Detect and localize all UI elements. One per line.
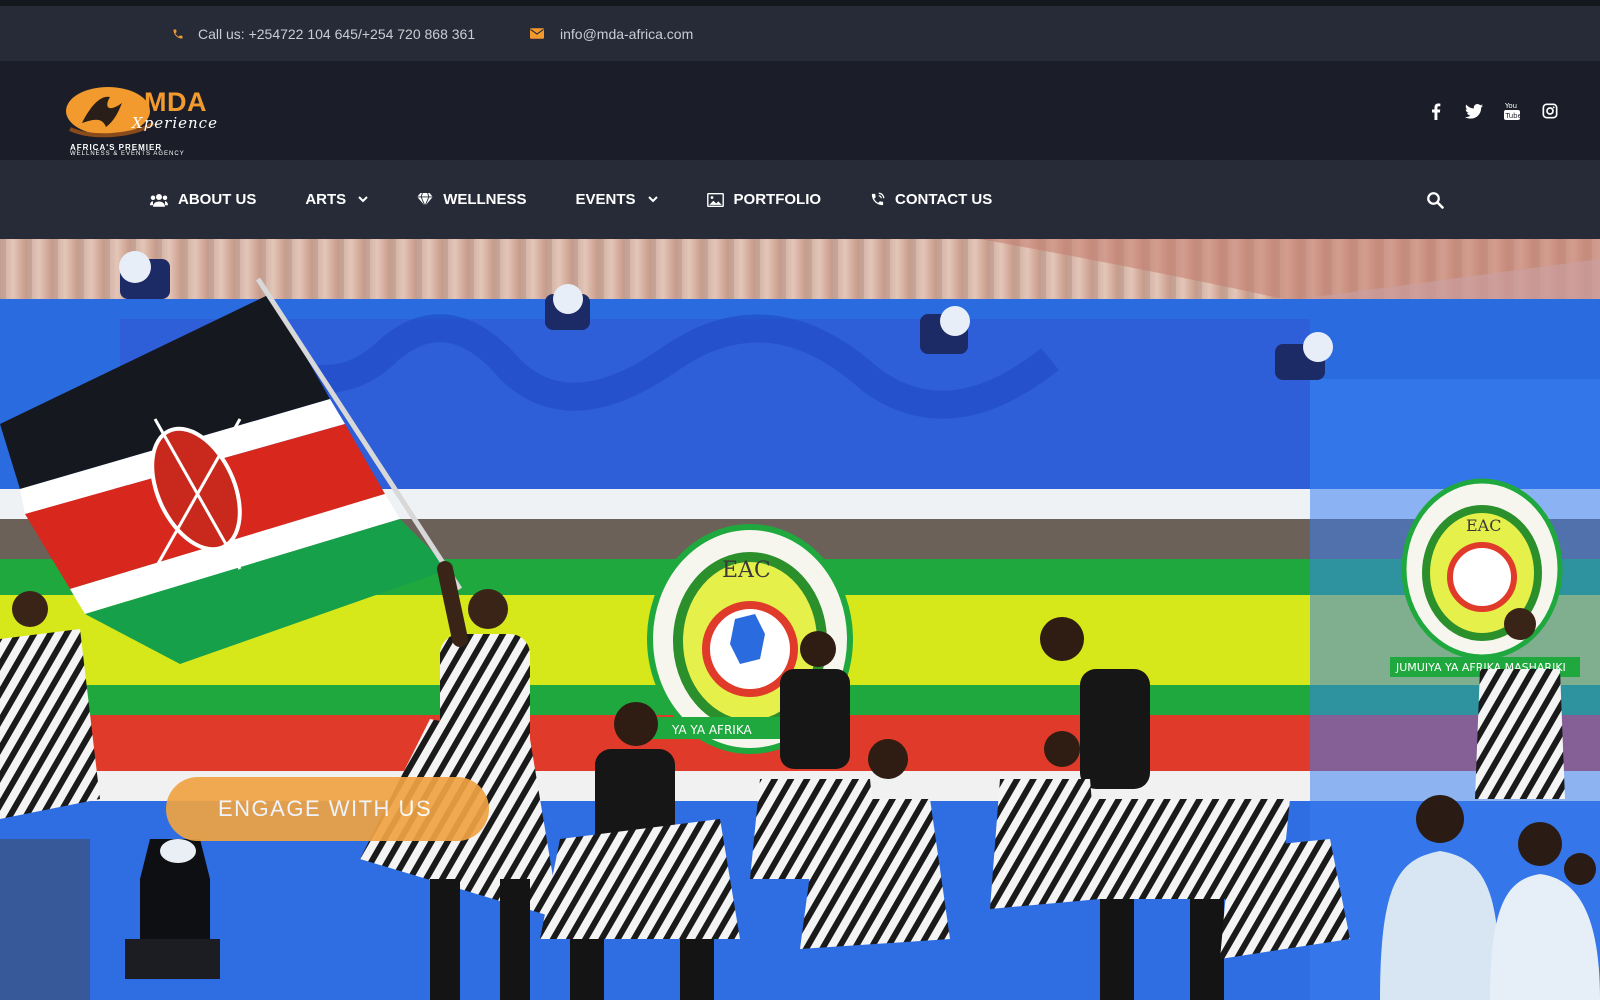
search-icon[interactable]: [1426, 191, 1444, 214]
engage-button[interactable]: ENGAGE WITH US: [166, 777, 489, 841]
image-icon: [706, 192, 724, 207]
nav-item-events[interactable]: EVENTS: [576, 191, 658, 208]
youtube-icon[interactable]: You Tube: [1502, 101, 1522, 121]
instagram-icon[interactable]: [1540, 101, 1560, 121]
logo-tagline-2: WELLNESS & EVENTS AGENCY: [70, 151, 185, 157]
twitter-icon[interactable]: [1464, 101, 1484, 121]
nav-menu: ABOUT US ARTS WELLNESS EVENTS PORTFOLIO: [150, 160, 1041, 239]
nav-item-label: EVENTS: [575, 191, 636, 208]
contact-bar: Call us: +254722 104 645/+254 720 868 36…: [0, 6, 1600, 61]
phone-icon: [870, 192, 885, 207]
envelope-icon: [530, 28, 544, 39]
nav-item-label: ABOUT US: [178, 191, 257, 208]
contact-phone[interactable]: Call us: +254722 104 645/+254 720 868 36…: [172, 6, 475, 61]
users-icon: [150, 193, 168, 207]
diamond-icon: [417, 193, 433, 206]
svg-text:EAC: EAC: [722, 558, 771, 583]
chevron-down-icon: [358, 196, 368, 203]
nav-item-about-us[interactable]: ABOUT US: [150, 191, 256, 208]
nav-item-label: ARTS: [305, 191, 347, 208]
svg-text:You: You: [1504, 102, 1517, 110]
site-logo[interactable]: MDA Xperience AFRICA'S PREMIER WELLNESS …: [62, 83, 232, 159]
contact-email[interactable]: info@mda-africa.com: [530, 6, 693, 61]
phone-icon: [173, 29, 183, 38]
facebook-icon[interactable]: [1426, 101, 1446, 121]
svg-text:YA YA AFRIKA: YA YA AFRIKA: [671, 723, 752, 737]
svg-text:EAC: EAC: [1466, 516, 1501, 535]
nav-item-label: PORTFOLIO: [733, 191, 822, 208]
svg-text:Tube: Tube: [1505, 112, 1521, 120]
site-header: MDA Xperience AFRICA'S PREMIER WELLNESS …: [0, 61, 1600, 160]
social-links: You Tube: [1426, 101, 1560, 121]
nav-item-label: WELLNESS: [443, 191, 527, 208]
logo-script: Xperience: [132, 114, 218, 132]
chevron-down-icon: [647, 196, 658, 203]
nav-item-contact-us[interactable]: CONTACT US: [870, 191, 992, 208]
nav-item-label: CONTACT US: [895, 191, 993, 208]
main-nav: ABOUT US ARTS WELLNESS EVENTS PORTFOLIO: [0, 160, 1600, 239]
hero-image: EAC YA YA AFRIKA EAC JUMUIYA YA AFRIKA M…: [0, 239, 1600, 1000]
contact-phone-text: Call us: +254722 104 645/+254 720 868 36…: [198, 25, 476, 42]
nav-item-arts[interactable]: ARTS: [305, 191, 368, 208]
contact-email-text: info@mda-africa.com: [560, 25, 694, 42]
nav-item-wellness[interactable]: WELLNESS: [417, 191, 527, 208]
nav-item-portfolio[interactable]: PORTFOLIO: [706, 191, 822, 208]
hero-banner: EAC YA YA AFRIKA EAC JUMUIYA YA AFRIKA M…: [0, 239, 1600, 1000]
